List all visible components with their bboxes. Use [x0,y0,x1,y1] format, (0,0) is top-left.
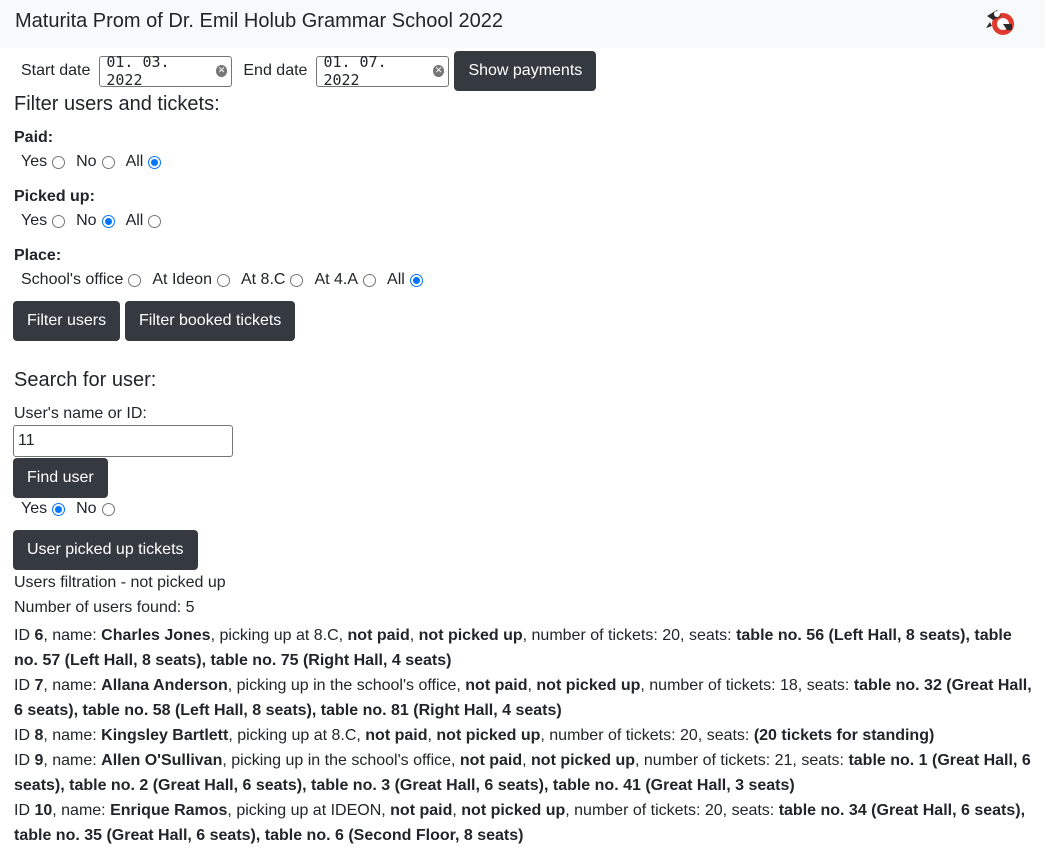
start-date-input[interactable]: 01. 03. 2022 ✕ [99,53,233,89]
user-result-entry: ID 7, name: Allana Anderson, picking up … [14,677,1032,719]
user-picked-status: not picked up [418,627,523,644]
place-option-4a[interactable]: At 4.A [314,271,377,289]
filter-users-button[interactable]: Filter users [13,301,121,341]
user-picked-option-yes[interactable]: Yes [21,500,66,518]
clear-icon[interactable]: ✕ [432,65,445,77]
user-name: Kingsley Bartlett [101,727,229,744]
user-id: 7 [34,677,44,694]
users-found-count: Number of users found: 5 [14,599,195,616]
place-label: Place: [14,247,62,264]
place-radio-group: School's office At Ideon At 8.C At 4.A A… [21,271,434,289]
user-ticket-count: 18 [780,677,798,694]
user-search-value: 11 [18,432,35,449]
end-date-input[interactable]: 01. 07. 2022 ✕ [316,53,450,89]
user-picked-up-tickets-button[interactable]: User picked up tickets [13,530,198,570]
user-id: 8 [34,727,44,744]
user-ticket-count: 20 [680,727,698,744]
paid-option-yes[interactable]: Yes [21,153,66,171]
end-date-label: End date [243,62,308,79]
picked-up-radio-group: Yes No All [21,212,172,230]
user-field-label: User's name or ID: [14,405,147,422]
radio-button[interactable] [52,214,66,228]
clear-icon[interactable]: ✕ [215,65,228,77]
paid-option-no[interactable]: No [76,153,115,171]
user-picked-status: not picked up [536,677,641,694]
user-name: Allen O'Sullivan [101,752,223,769]
payments-row: Start date 01. 03. 2022 ✕ End date 01. 0… [21,51,597,91]
paid-radio-group: Yes No All [21,153,172,171]
filtration-status: Users filtration - not picked up [14,574,226,591]
user-ticket-count: 21 [774,752,793,769]
radio-button[interactable] [290,273,304,287]
user-picked-status: not picked up [531,752,636,769]
radio-button[interactable] [363,273,377,287]
user-pickup: picking up in the school's office [236,677,457,694]
user-results-list: ID 6, name: Charles Jones, picking up at… [14,623,1039,848]
search-heading: Search for user: [14,369,157,391]
user-name: Allana Anderson [101,677,228,694]
user-pickup: picking up at 8.C [219,627,339,644]
user-paid-status: not paid [390,802,453,819]
top-navbar: Maturita Prom of Dr. Emil Holub Grammar … [0,0,1045,48]
place-option-all[interactable]: All [387,271,423,289]
user-pickup: picking up at IDEON [236,802,382,819]
user-name: Enrique Ramos [110,802,228,819]
user-ticket-count: 20 [704,802,723,819]
end-date-value: 01. 07. 2022 [323,53,387,89]
radio-button-selected[interactable] [148,155,162,169]
school-logo-icon[interactable] [983,6,1019,40]
start-date-value: 01. 03. 2022 [106,53,170,89]
picked-option-no[interactable]: No [76,212,115,230]
radio-button-selected[interactable] [101,214,115,228]
user-picked-status: not picked up [436,727,541,744]
picked-option-all[interactable]: All [126,212,162,230]
user-id: 6 [34,627,44,644]
user-pickup: picking up at 8.C [237,727,357,744]
radio-button-selected[interactable] [52,502,66,516]
user-paid-status: not paid [459,752,523,769]
place-option-office[interactable]: School's office [21,271,142,289]
page-title: Maturita Prom of Dr. Emil Holub Grammar … [15,10,503,32]
user-id: 9 [34,752,44,769]
user-result-entry: ID 10, name: Enrique Ramos, picking up a… [14,802,1026,844]
user-result-entry: ID 9, name: Allen O'Sullivan, picking up… [14,752,1031,794]
paid-label: Paid: [14,129,54,146]
picked-up-label: Picked up: [14,188,95,205]
radio-button-selected[interactable] [409,273,423,287]
show-payments-button[interactable]: Show payments [454,51,597,91]
find-user-button[interactable]: Find user [13,458,108,498]
user-paid-status: not paid [465,677,528,694]
user-paid-status: not paid [347,627,410,644]
radio-button[interactable] [101,502,115,516]
user-picked-option-no[interactable]: No [76,500,115,518]
radio-button[interactable] [148,214,162,228]
user-picked-status: not picked up [461,802,566,819]
place-option-8c[interactable]: At 8.C [241,271,304,289]
user-result-entry: ID 6, name: Charles Jones, picking up at… [14,627,1012,669]
user-paid-status: not paid [365,727,428,744]
user-search-input[interactable]: 11 [13,425,233,457]
filter-heading: Filter users and tickets: [14,93,220,115]
picked-option-yes[interactable]: Yes [21,212,66,230]
filter-booked-tickets-button[interactable]: Filter booked tickets [125,301,296,341]
user-seats: (20 tickets for standing) [753,727,935,744]
user-pickup: picking up in the school's office [231,752,452,769]
paid-option-all[interactable]: All [126,153,162,171]
user-name: Charles Jones [101,627,211,644]
user-result-entry: ID 8, name: Kingsley Bartlett, picking u… [14,727,935,744]
radio-button[interactable] [52,155,66,169]
place-option-ideon[interactable]: At Ideon [152,271,230,289]
radio-button[interactable] [216,273,230,287]
user-ticket-count: 20 [662,627,681,644]
start-date-label: Start date [21,62,91,79]
user-id: 10 [34,802,53,819]
user-picked-radio-group: Yes No [21,500,126,518]
radio-button[interactable] [101,155,115,169]
radio-button[interactable] [128,273,142,287]
